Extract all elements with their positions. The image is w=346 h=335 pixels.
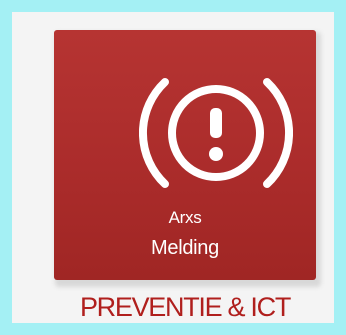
tile-label-line2: Melding	[151, 237, 219, 259]
brand-footer-text: PREVENTIE & ICT	[79, 292, 291, 322]
app-card: Arxs Melding PREVENTIE & ICT	[12, 12, 334, 323]
exclamation-bar	[210, 108, 222, 138]
right-outer-arc	[263, 78, 293, 188]
exclamation-dot	[209, 147, 223, 161]
tile-label-line1: Arxs	[168, 208, 202, 227]
arxs-melding-tile[interactable]: Arxs Melding	[54, 30, 316, 280]
left-outer-arc	[139, 78, 169, 188]
alarm-warning-icon	[139, 78, 293, 188]
